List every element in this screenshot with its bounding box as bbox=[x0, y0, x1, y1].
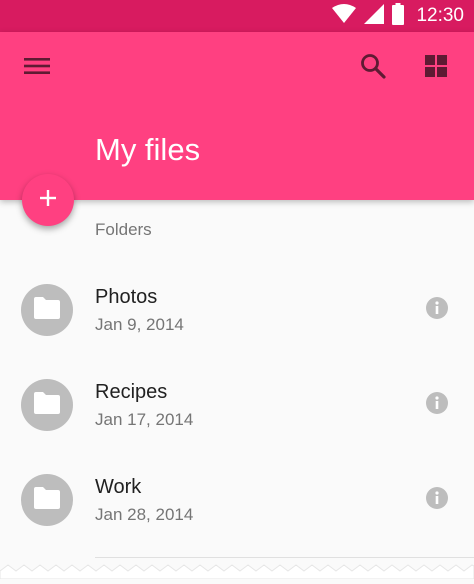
info-button[interactable] bbox=[424, 486, 450, 514]
status-icons: 12:30 bbox=[332, 0, 464, 32]
folder-avatar bbox=[21, 379, 73, 431]
app-bar: My files bbox=[0, 32, 474, 200]
add-icon bbox=[38, 188, 58, 213]
info-icon bbox=[426, 391, 448, 419]
section-header-folders: Folders bbox=[95, 220, 152, 239]
signal-icon bbox=[364, 3, 385, 29]
folder-name: Work bbox=[95, 476, 142, 498]
torn-edge-decoration bbox=[0, 563, 474, 580]
wifi-icon bbox=[332, 3, 357, 29]
folder-avatar bbox=[21, 474, 73, 526]
info-icon bbox=[426, 296, 448, 324]
menu-button[interactable] bbox=[17, 48, 57, 88]
info-button[interactable] bbox=[424, 296, 450, 324]
add-button[interactable] bbox=[22, 174, 74, 226]
folder-name: Recipes bbox=[95, 381, 168, 403]
folder-date: Jan 17, 2014 bbox=[95, 410, 194, 429]
folder-date: Jan 28, 2014 bbox=[95, 505, 194, 524]
list-item[interactable]: Work Jan 28, 2014 bbox=[0, 452, 474, 547]
status-bar: 12:30 bbox=[0, 0, 474, 32]
search-icon bbox=[360, 53, 386, 84]
folder-list: Photos Jan 9, 2014 Recipes Jan 17, 2014 bbox=[0, 262, 474, 547]
menu-icon bbox=[24, 56, 50, 81]
info-button[interactable] bbox=[424, 391, 450, 419]
folder-avatar bbox=[21, 284, 73, 336]
list-divider bbox=[95, 557, 474, 558]
battery-icon bbox=[392, 2, 405, 30]
page-title: My files bbox=[95, 132, 201, 167]
grid-view-icon bbox=[424, 54, 448, 83]
list-item[interactable]: Photos Jan 9, 2014 bbox=[0, 262, 474, 357]
search-button[interactable] bbox=[353, 48, 393, 88]
folder-icon bbox=[34, 296, 60, 324]
folder-date: Jan 9, 2014 bbox=[95, 315, 184, 334]
status-time: 12:30 bbox=[416, 5, 464, 26]
list-item[interactable]: Recipes Jan 17, 2014 bbox=[0, 357, 474, 452]
folder-icon bbox=[34, 391, 60, 419]
folder-icon bbox=[34, 486, 60, 514]
folder-name: Photos bbox=[95, 286, 158, 308]
grid-view-button[interactable] bbox=[416, 48, 456, 88]
info-icon bbox=[426, 486, 448, 514]
